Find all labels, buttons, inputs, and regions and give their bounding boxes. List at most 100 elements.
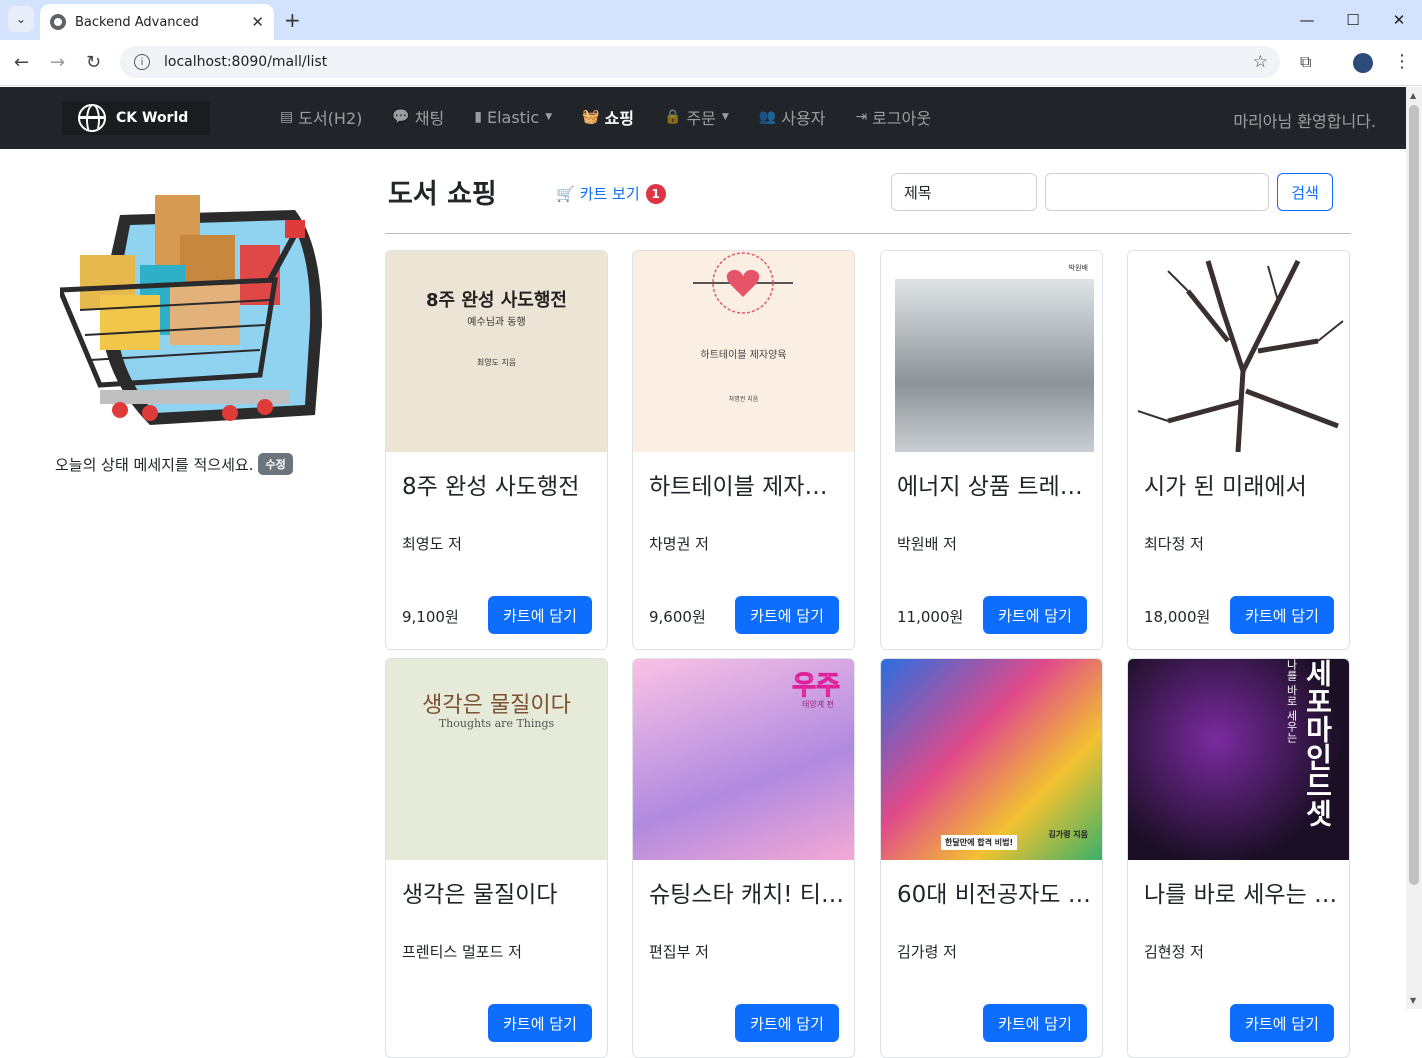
nav-label: 사용자 — [781, 109, 826, 128]
status-message: 오늘의 상태 메세지를 적으세요. 수정 — [55, 453, 293, 475]
cart-count-badge: 1 — [645, 183, 666, 204]
chat-icon: 💬 — [392, 109, 410, 125]
nav-elastic[interactable]: ▮ Elastic ▼ — [474, 105, 552, 129]
book-cover[interactable]: 한달만에 합격 비법! 김가령 지음 — [881, 659, 1102, 860]
browser-tab[interactable]: Backend Advanced ✕ — [40, 4, 274, 40]
book-title[interactable]: 슈팅스타 캐치! 티니핑 — [649, 875, 844, 909]
app-navbar: CK World ▤ 도서(H2) 💬 채팅 ▮ Elastic ▼ 🧺 쇼핑 🔒 주문 ▼ … — [0, 87, 1406, 149]
users-icon: 👥 — [758, 109, 777, 125]
add-to-cart-button[interactable]: 카트에 담기 — [983, 596, 1087, 634]
back-icon[interactable]: ← — [14, 52, 29, 73]
cover-author: 박원배 — [1068, 264, 1088, 272]
welcome-text: 마리아님 환영합니다. — [1233, 112, 1376, 131]
book-card: 하트테이블 제자양육 차명권 지음 하트테이블 제자양육 차명권 저 9,600… — [632, 250, 855, 650]
chevron-down-icon: ▼ — [721, 112, 729, 122]
book-cover[interactable]: 생각은 물질이다 Thoughts are Things — [386, 659, 607, 860]
search-input[interactable] — [1045, 173, 1269, 211]
forward-icon[interactable]: → — [50, 52, 65, 73]
nav-logout[interactable]: ⇥ 로그아웃 — [855, 105, 931, 129]
edit-status-button[interactable]: 수정 — [258, 453, 293, 475]
site-info-icon[interactable]: i — [134, 54, 150, 70]
menu-kebab-icon[interactable]: ⋮ — [1393, 51, 1411, 72]
list-icon: ▤ — [280, 109, 294, 125]
profile-avatar[interactable] — [1353, 53, 1373, 73]
add-to-cart-button[interactable]: 카트에 담기 — [488, 1004, 592, 1042]
book-card: 우주 태양계 편 슈팅스타 캐치! 티니핑 편집부 저 카트에 담기 — [632, 658, 855, 1058]
book-card: 박원배 에너지 상품 트레이딩 박원배 저 11,000원 카트에 담기 — [880, 250, 1103, 650]
book-price: 11,000원 — [897, 608, 964, 626]
url-bar[interactable]: i localhost:8090/mall/list ☆ — [120, 46, 1280, 78]
book-cover[interactable] — [1128, 251, 1349, 452]
page-scrollbar[interactable]: ▲ ▼ — [1406, 87, 1422, 1009]
nav-label: 채팅 — [414, 109, 445, 128]
world-map-cover-art — [895, 279, 1094, 452]
globe-icon — [78, 104, 106, 132]
book-author: 최영도 저 — [402, 535, 462, 553]
scroll-up-icon[interactable]: ▲ — [1410, 91, 1416, 100]
book-cover[interactable]: 우주 태양계 편 — [633, 659, 854, 860]
minimize-icon[interactable]: — — [1284, 0, 1330, 40]
book-title[interactable]: 8주 완성 사도행전 — [402, 467, 597, 501]
nav-label: Elastic — [486, 107, 540, 127]
book-card: 세포마인드셋 나를 바로 세우는 나를 바로 세우는 세포마인드셋 김현정 저 … — [1127, 658, 1350, 1058]
extensions-icon[interactable]: ⧉ — [1300, 52, 1311, 72]
cover-title: 세포마인드셋 — [1301, 659, 1334, 827]
bookmark-star-icon[interactable]: ☆ — [1253, 52, 1268, 72]
reload-icon[interactable]: ↻ — [86, 52, 101, 73]
book-author: 김현정 저 — [1144, 943, 1204, 961]
book-card: 생각은 물질이다 Thoughts are Things 생각은 물질이다 프렌… — [385, 658, 608, 1058]
tab-search-icon[interactable]: ⌄ — [8, 6, 34, 32]
close-tab-icon[interactable]: ✕ — [251, 13, 264, 31]
nav-chat[interactable]: 💬 채팅 — [392, 105, 444, 129]
heart-arrow-icon — [693, 252, 793, 314]
cover-subtitle: 예수님과 동행 — [467, 317, 526, 328]
book-cover[interactable]: 세포마인드셋 나를 바로 세우는 — [1128, 659, 1349, 860]
book-author: 최다정 저 — [1144, 535, 1204, 553]
book-price: 18,000원 — [1144, 608, 1211, 626]
book-title[interactable]: 생각은 물질이다 — [402, 875, 597, 909]
nav-books-h2[interactable]: ▤ 도서(H2) — [280, 105, 362, 129]
book-title[interactable]: 나를 바로 세우는 세포마인드셋 — [1144, 875, 1339, 909]
close-window-icon[interactable]: ✕ — [1376, 0, 1422, 40]
book-title[interactable]: 시가 된 미래에서 — [1144, 467, 1339, 501]
book-cover[interactable]: 박원배 — [881, 251, 1102, 452]
book-author: 김가령 저 — [897, 943, 957, 961]
book-card: 한달만에 합격 비법! 김가령 지음 60대 비전공자도 합격 김가령 저 카트… — [880, 658, 1103, 1058]
cover-author: 차명권 지음 — [728, 396, 759, 403]
book-card: 시가 된 미래에서 최다정 저 18,000원 카트에 담기 — [1127, 250, 1350, 650]
book-cover[interactable]: 하트테이블 제자양육 차명권 지음 — [633, 251, 854, 452]
book-title[interactable]: 60대 비전공자도 합격 — [897, 875, 1092, 909]
add-to-cart-button[interactable]: 카트에 담기 — [983, 1004, 1087, 1042]
add-to-cart-button[interactable]: 카트에 담기 — [1230, 596, 1334, 634]
scrollbar-thumb[interactable] — [1409, 105, 1419, 885]
book-card: 8주 완성 사도행전 예수님과 동행 최영도 지음 8주 완성 사도행전 최영도… — [385, 250, 608, 650]
add-to-cart-button[interactable]: 카트에 담기 — [735, 596, 839, 634]
search-button[interactable]: 검색 — [1277, 173, 1333, 211]
nav-label: 로그아웃 — [872, 109, 932, 128]
cover-subtitle: Thoughts are Things — [438, 717, 555, 730]
book-title[interactable]: 하트테이블 제자양육 — [649, 467, 844, 501]
search-field-select[interactable]: 제목 — [891, 173, 1037, 211]
book-cover[interactable]: 8주 완성 사도행전 예수님과 동행 최영도 지음 — [386, 251, 607, 452]
divider — [385, 233, 1351, 234]
add-to-cart-button[interactable]: 카트에 담기 — [735, 1004, 839, 1042]
book-price: 9,600원 — [649, 608, 706, 626]
logout-icon: ⇥ — [855, 109, 868, 125]
view-cart-link[interactable]: 🛒 카트 보기 1 — [556, 183, 666, 204]
nav-order[interactable]: 🔒 주문 ▼ — [664, 105, 729, 129]
address-row: ← → ↻ i localhost:8090/mall/list ☆ ⧉ ⋮ — [0, 40, 1422, 86]
cover-title: 한달만에 합격 비법! — [941, 835, 1018, 850]
nav-users[interactable]: 👥 사용자 — [759, 105, 826, 129]
book-icon: ▮ — [474, 109, 482, 125]
globe-favicon-icon — [50, 14, 66, 30]
nav-shopping[interactable]: 🧺 쇼핑 — [582, 105, 634, 129]
nav-label: 쇼핑 — [604, 109, 635, 128]
new-tab-icon[interactable]: + — [284, 8, 301, 32]
add-to-cart-button[interactable]: 카트에 담기 — [488, 596, 592, 634]
url-text: localhost:8090/mall/list — [164, 54, 328, 70]
scroll-down-icon[interactable]: ▼ — [1410, 996, 1416, 1005]
maximize-icon[interactable]: ☐ — [1330, 0, 1376, 40]
brand-logo[interactable]: CK World — [62, 101, 210, 135]
book-title[interactable]: 에너지 상품 트레이딩 — [897, 467, 1092, 501]
add-to-cart-button[interactable]: 카트에 담기 — [1230, 1004, 1334, 1042]
